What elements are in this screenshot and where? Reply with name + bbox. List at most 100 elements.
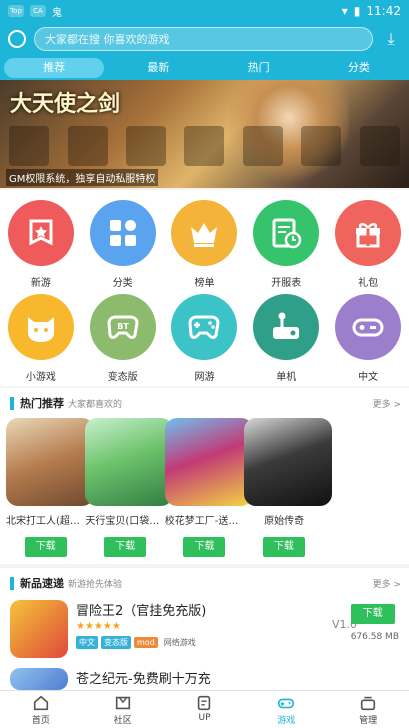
game-title: 苍之纪元-免费刷十万充 <box>76 672 211 687</box>
category-grid: 新游 分类 榜单 开服表 礼包 小游戏 BT 变态版 网游 单机 中文 <box>0 190 409 386</box>
section-subtitle: 新游抢先体验 <box>68 579 123 590</box>
category-schedule[interactable]: 开服表 <box>245 200 327 289</box>
bt-controller-icon: BT <box>89 294 156 360</box>
nav-label: 首页 <box>31 716 50 726</box>
category-crown[interactable]: 榜单 <box>164 200 246 289</box>
game-name: 校花梦工厂-送红... <box>164 516 245 527</box>
file-size: 676.58 MB <box>350 632 399 642</box>
game-card[interactable]: 校花梦工厂-送红... 下载 <box>164 418 253 557</box>
category-star-shield[interactable]: 新游 <box>0 200 82 289</box>
grid-icon <box>89 200 156 266</box>
category-label: 变态版 <box>107 372 138 383</box>
banner-character <box>301 126 342 166</box>
category-label: 中文 <box>358 372 379 383</box>
banner-character <box>9 126 50 166</box>
category-label: 单机 <box>276 372 297 383</box>
category-label: 分类 <box>112 278 133 289</box>
game-thumbnail <box>10 600 68 658</box>
nav-label: 管理 <box>359 716 378 726</box>
top-tabs: 推荐 最新 热门 分类 <box>0 56 409 80</box>
category-label: 礼包 <box>358 278 379 289</box>
category-gift[interactable]: 礼包 <box>327 200 409 289</box>
game-controller-icon <box>245 694 327 712</box>
section-subtitle: 大家都喜欢的 <box>68 399 123 410</box>
tab-latest[interactable]: 最新 <box>108 58 208 78</box>
game-icon <box>244 418 333 506</box>
category-label: 榜单 <box>194 278 215 289</box>
download-button[interactable]: 下载 <box>183 537 226 557</box>
tab-recommend[interactable]: 推荐 <box>4 58 105 78</box>
game-icon <box>6 418 94 506</box>
schedule-icon <box>253 200 320 266</box>
gift-icon <box>335 200 402 266</box>
new-games-section: 新品速递 新游抢先体验 更多 > 冒险王2（官挂免充版) ★★★★★ 中文 变态… <box>0 568 409 690</box>
game-icon <box>164 418 253 506</box>
wifi-icon: ▾ <box>341 4 348 18</box>
game-thumbnail <box>10 668 68 690</box>
banner-character <box>67 126 108 166</box>
section-title: 热门推荐 <box>20 397 64 410</box>
rating-stars: ★★★★★ <box>76 621 121 632</box>
banner-character <box>359 126 400 166</box>
tab-hot[interactable]: 热门 <box>209 58 309 78</box>
search-input[interactable]: 大家都在搜 你喜欢的游戏 <box>34 27 373 51</box>
tab-category[interactable]: 分类 <box>309 58 409 78</box>
game-title: 冒险王2（官挂免充版) <box>76 604 207 619</box>
category-bt-controller[interactable]: BT 变态版 <box>82 294 164 383</box>
app-header: 大家都在搜 你喜欢的游戏 ⤓ <box>0 22 409 56</box>
list-item[interactable]: 苍之纪元-免费刷十万充 <box>0 666 409 690</box>
download-button[interactable]: 下载 <box>104 537 147 557</box>
nav-manage[interactable]: 管理 <box>327 691 409 728</box>
category-gamepad[interactable]: 网游 <box>164 294 246 383</box>
download-button[interactable]: 下载 <box>24 537 67 557</box>
category-label: 新游 <box>30 278 51 289</box>
nav-home[interactable]: 首页 <box>0 691 82 728</box>
home-icon <box>0 694 82 712</box>
tag-badge: 变态版 <box>101 636 131 649</box>
category-label: 开服表 <box>271 278 302 289</box>
game-card[interactable]: 北宋打工人(超强... 下载 <box>6 418 94 557</box>
promo-banner[interactable]: 大天使之剑 GM权限系统，独享自动私服特权 <box>0 80 409 188</box>
download-button[interactable]: 下载 <box>262 537 305 557</box>
banner-character <box>184 126 225 166</box>
game-name: 天行宝贝(口袋精... <box>85 516 166 527</box>
hot-recommend-section: 热门推荐 大家都喜欢的 更多 > 北宋打工人(超强... 下载 天行宝贝(口袋精..… <box>0 388 409 564</box>
download-manager-icon[interactable]: ⤓ <box>381 29 401 49</box>
bottom-nav: 首页 社区 UP 游戏 管理 <box>0 690 409 728</box>
nav-game-controller[interactable]: 游戏 <box>245 691 327 728</box>
tag-badge: 中文 <box>76 636 98 649</box>
more-link[interactable]: 更多 > <box>373 397 401 410</box>
status-bar: Top CA 鬼 ▾ ▮ 11:42 <box>0 0 409 22</box>
manage-icon <box>327 694 409 712</box>
banner-character <box>126 126 167 166</box>
cat-face-icon <box>7 294 74 360</box>
section-title: 新品速递 <box>20 577 64 590</box>
banner-title: 大天使之剑 <box>10 92 121 117</box>
user-avatar-icon[interactable] <box>8 30 26 48</box>
category-cat-face[interactable]: 小游戏 <box>0 294 82 383</box>
tag-row: 中文 变态版 mod 网络游戏 <box>76 636 206 649</box>
tag-badge: mod <box>134 637 158 648</box>
category-joystick[interactable]: 单机 <box>245 294 327 383</box>
nav-label: UP <box>198 713 211 723</box>
handheld-icon <box>335 294 402 360</box>
status-app-icon: 鬼 <box>52 7 62 19</box>
category-grid[interactable]: 分类 <box>82 200 164 289</box>
nav-label: 游戏 <box>277 716 296 726</box>
up-icon <box>164 694 246 712</box>
battery-icon: ▮ <box>353 4 361 18</box>
game-card[interactable]: 天行宝贝(口袋精... 下载 <box>85 418 174 557</box>
list-item[interactable]: 冒险王2（官挂免充版) ★★★★★ 中文 变态版 mod 网络游戏 V1.0 下… <box>0 598 409 666</box>
game-card[interactable]: 原始传奇 下载 <box>244 418 333 557</box>
download-button[interactable]: 下载 <box>350 604 395 624</box>
nav-up[interactable]: UP <box>164 691 246 728</box>
crown-icon <box>171 200 238 266</box>
more-link[interactable]: 更多 > <box>373 577 401 590</box>
nav-community[interactable]: 社区 <box>82 691 164 728</box>
category-handheld[interactable]: 中文 <box>327 294 409 383</box>
nav-label: 社区 <box>113 716 132 726</box>
banner-character <box>242 126 283 166</box>
status-app-icon: Top <box>8 5 24 17</box>
svg-text:BT: BT <box>117 322 129 331</box>
genre-label: 网络游戏 <box>163 638 196 647</box>
